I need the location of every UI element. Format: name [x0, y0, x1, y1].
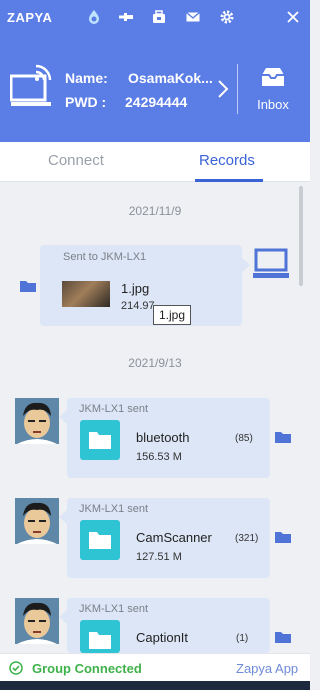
- computer-icon: [253, 248, 289, 280]
- gear-icon[interactable]: [218, 8, 236, 26]
- pwd-label: PWD :: [65, 94, 107, 110]
- tab-bar: Connect Records: [0, 142, 310, 182]
- bubble-pointer: [242, 258, 250, 272]
- folder-icon: [89, 532, 111, 549]
- bubble-pointer: [59, 610, 67, 624]
- sent-to-label: Sent to JKM-LX1: [63, 251, 147, 263]
- file-count: (85): [235, 433, 253, 444]
- pin-icon[interactable]: [117, 8, 135, 26]
- folder-icon: [89, 432, 111, 449]
- header-divider: [237, 64, 238, 114]
- inbox-icon: [262, 68, 284, 86]
- close-icon[interactable]: [284, 8, 302, 26]
- date-separator: 2021/11/9: [128, 204, 182, 218]
- folder-tile[interactable]: [80, 620, 120, 653]
- folder-size: 156.53 M: [136, 451, 182, 463]
- open-folder-icon[interactable]: [19, 279, 37, 293]
- tab-records[interactable]: Records: [199, 152, 255, 169]
- bubble-pointer: [59, 410, 67, 424]
- zapya-app-link[interactable]: Zapya App: [236, 661, 298, 676]
- pc-wifi-icon: [9, 62, 54, 110]
- avatar: [15, 398, 59, 444]
- header: ZAPYA Name: OsamaKok... PWD : 24294444 I…: [0, 0, 310, 142]
- status-bar: Group Connected Zapya App: [0, 653, 310, 681]
- filename-tooltip: 1.jpg: [153, 305, 191, 325]
- os-taskbar: [0, 681, 310, 690]
- connection-status: Group Connected: [32, 661, 142, 676]
- image-thumbnail[interactable]: [62, 281, 110, 307]
- sender-label: JKM-LX1 sent: [79, 503, 149, 515]
- date-separator: 2021/9/13: [128, 356, 182, 370]
- folder-name: CamScanner: [136, 530, 212, 545]
- avatar: [15, 498, 59, 544]
- file-count: (1): [236, 633, 249, 644]
- toolbox-icon[interactable]: [150, 8, 168, 26]
- folder-name: bluetooth: [136, 430, 190, 445]
- file-name: 1.jpg: [121, 281, 150, 296]
- chevron-right-icon[interactable]: [216, 78, 230, 100]
- scrollbar[interactable]: [299, 186, 303, 286]
- bubble-pointer: [59, 510, 67, 524]
- active-tab-indicator: [195, 179, 263, 182]
- folder-name: CaptionIt: [136, 630, 189, 645]
- name-value: OsamaKok...: [128, 70, 213, 86]
- inbox-label: Inbox: [257, 97, 289, 112]
- tab-connect[interactable]: Connect: [48, 152, 104, 169]
- file-count: (321): [235, 533, 259, 544]
- open-folder-icon[interactable]: [274, 430, 292, 444]
- open-folder-icon[interactable]: [274, 530, 292, 544]
- folder-tile[interactable]: [80, 420, 120, 460]
- avatar: [15, 598, 59, 644]
- folder-icon: [89, 632, 111, 649]
- name-label: Name:: [65, 70, 108, 86]
- sender-label: JKM-LX1 sent: [79, 603, 149, 615]
- folder-size: 127.51 M: [136, 551, 182, 563]
- pwd-value: 24294444: [125, 94, 188, 110]
- zapya-drop-icon[interactable]: [85, 8, 103, 26]
- sender-label: JKM-LX1 sent: [79, 403, 149, 415]
- open-folder-icon[interactable]: [274, 630, 292, 644]
- file-size: 214.97: [121, 300, 155, 312]
- inbox-button[interactable]: Inbox: [250, 66, 296, 112]
- folder-tile[interactable]: [80, 520, 120, 560]
- mail-icon[interactable]: [184, 8, 202, 26]
- check-circle-icon: [9, 661, 23, 675]
- app-logo: ZAPYA: [7, 10, 53, 25]
